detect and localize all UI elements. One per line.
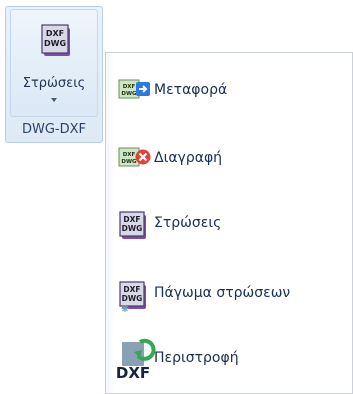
menu-item-label: Περιστροφή (154, 350, 239, 366)
menu-item-layers[interactable]: DXF DWG Στρώσεις (114, 203, 346, 243)
svg-text:DXF: DXF (123, 152, 136, 158)
menu-item-transfer[interactable]: DXF DWG Μεταφορά (114, 70, 346, 110)
svg-text:DXF: DXF (46, 29, 64, 38)
svg-text:DWG: DWG (122, 294, 143, 303)
svg-text:DWG: DWG (121, 159, 137, 165)
ribbon-group-dwg-dxf: DXF DWG Στρώσεις DWG-DXF (5, 6, 103, 143)
menu-icon-strip (106, 53, 114, 393)
dxf-rotate-icon: DXF (116, 338, 156, 380)
dxf-dwg-delete-icon: DXF DWG (118, 144, 151, 174)
menu-item-rotate[interactable]: DXF Περιστροφή (114, 338, 346, 380)
dxf-dwg-freeze-layers-icon: DXF DWG (118, 279, 150, 312)
dxf-dwg-transfer-icon: DXF DWG (118, 76, 150, 106)
menu-item-label: Πάγωμα στρώσεων (154, 285, 291, 301)
layers-button-label: Στρώσεις (22, 76, 86, 91)
menu-item-label: Στρώσεις (154, 215, 222, 231)
chevron-down-icon (51, 98, 57, 102)
menu-item-label: Διαγραφή (154, 150, 223, 166)
svg-text:DWG: DWG (121, 91, 137, 97)
menu-item-label: Μεταφορά (154, 82, 228, 98)
svg-text:DXF: DXF (123, 285, 140, 294)
layers-ribbon-button[interactable]: DXF DWG Στρώσεις (10, 9, 98, 117)
svg-text:DXF: DXF (123, 84, 136, 90)
group-label: DWG-DXF (21, 122, 87, 137)
menu-item-freeze-layers[interactable]: DXF DWG Πάγωμα στρώσεων (114, 273, 346, 313)
svg-text:DXF: DXF (123, 215, 140, 224)
svg-text:DWG: DWG (122, 224, 143, 233)
dxf-dwg-layers-icon: DXF DWG (41, 22, 70, 56)
svg-text:DXF: DXF (116, 364, 150, 380)
menu-item-delete[interactable]: DXF DWG Διαγραφή (114, 138, 346, 178)
layers-dropdown-menu: DXF DWG Μεταφορά DXF DWG Διαγραφή DXF DW… (105, 52, 353, 394)
dxf-dwg-layers-icon: DXF DWG (118, 209, 150, 239)
svg-text:DWG: DWG (44, 39, 66, 48)
